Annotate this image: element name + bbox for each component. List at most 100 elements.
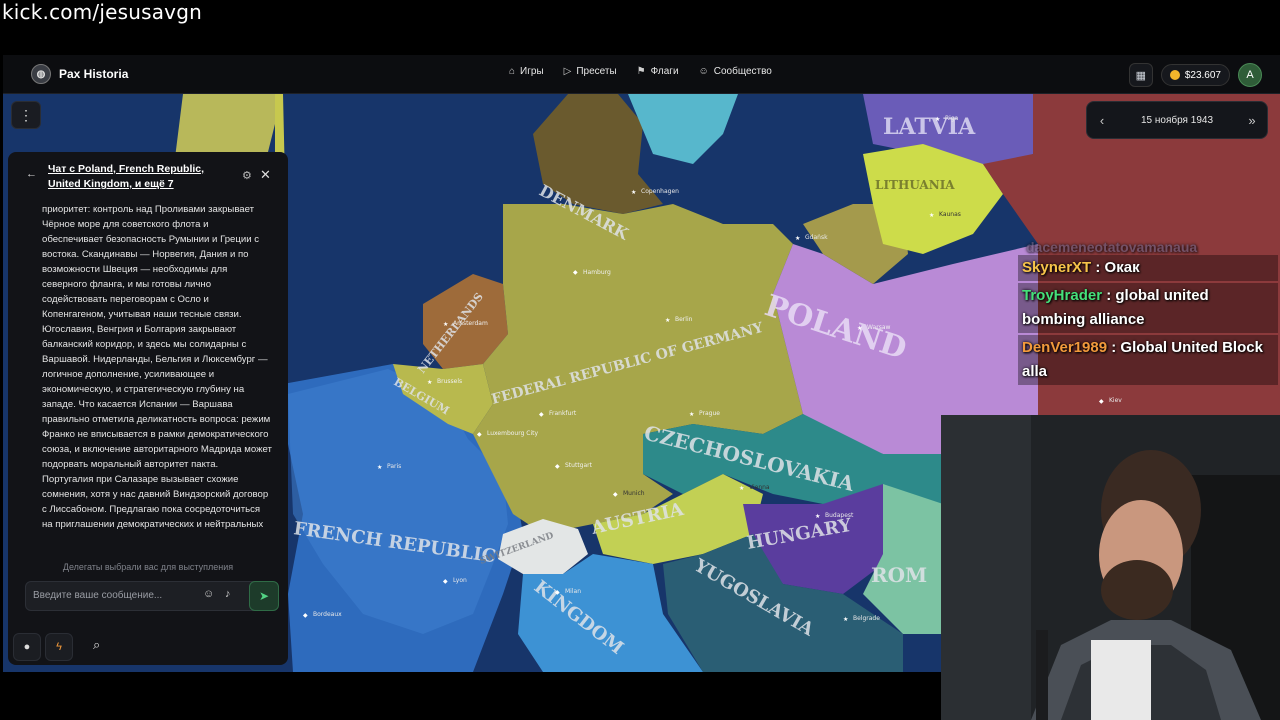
city-label: Vienna	[749, 484, 770, 491]
chat-message: приоритет: контроль над Проливами закрыв…	[42, 204, 272, 530]
close-icon[interactable]: ✕	[260, 167, 271, 183]
nav-links: ⌂ Игры ▷ Пресеты ⚑ Флаги ☺ Сообщество	[509, 66, 772, 77]
search-icon[interactable]: ⌕	[93, 637, 100, 653]
advance-time-button[interactable]: »	[1237, 113, 1267, 128]
stream-chat-user: DenVer1989	[1022, 339, 1108, 356]
city-label: Berlin	[675, 316, 693, 323]
city-marker[interactable]: ★	[689, 411, 694, 418]
city-marker[interactable]: ★	[443, 321, 448, 328]
city-label: Hamburg	[583, 269, 611, 276]
play-icon: ▷	[563, 66, 572, 77]
north-sea-land[interactable]	[628, 94, 738, 164]
nav-link-presets[interactable]: ▷ Пресеты	[564, 66, 617, 77]
brand-name: Pax Historia	[59, 67, 129, 81]
city-label: Copenhagen	[641, 188, 679, 195]
city-marker[interactable]: ★	[843, 616, 848, 623]
city-marker[interactable]: ★	[795, 235, 800, 242]
city-marker[interactable]: ◆	[555, 463, 560, 470]
city-label: Milan	[565, 588, 581, 595]
city-label: Kaunas	[939, 211, 961, 218]
city-marker[interactable]: ◆	[573, 269, 578, 276]
brand[interactable]: ◍ Pax Historia	[31, 64, 128, 84]
map-label-latvia: LATVIA	[883, 114, 976, 140]
send-button[interactable]: ➤	[249, 581, 279, 611]
stream-chat-overlay: dacemeneotatovamanaua SkynerXT : Окак Tr…	[1018, 239, 1278, 387]
city-marker[interactable]: ◆	[303, 612, 308, 619]
chat-title[interactable]: Чат с Poland, French Republic, United Ki…	[48, 162, 238, 192]
stream-url: kick.com/jesusavgn	[2, 0, 202, 24]
city-label: Warsaw	[867, 324, 890, 331]
city-marker[interactable]: ★	[857, 325, 862, 332]
map-label-romania: ROM	[871, 563, 927, 587]
globe-logo-icon: ◍	[31, 64, 51, 84]
balance-value: $23.607	[1184, 69, 1221, 81]
chat-toggle-button[interactable]: ●	[13, 633, 41, 661]
stream-chat-user: TroyHrader	[1022, 287, 1103, 304]
gift-button[interactable]: ▦	[1128, 63, 1153, 87]
city-marker[interactable]: ◆	[613, 491, 618, 498]
city-label: Stuttgart	[565, 462, 593, 469]
date-panel: ‹ 15 ноября 1943 »	[1086, 101, 1268, 139]
nav-link-community[interactable]: ☺ Сообщество	[699, 66, 772, 77]
microphone-icon[interactable]: ♪	[225, 588, 231, 600]
events-button[interactable]: ϟ	[45, 633, 73, 661]
gamepad-icon: ⌂	[509, 66, 516, 77]
fire-icon: ϟ	[56, 641, 62, 653]
stream-chat-cutoff-user: dacemeneotatovamanaua	[1026, 239, 1198, 255]
send-icon: ➤	[258, 589, 270, 603]
navbar: ◍ Pax Historia ⌂ Игры ▷ Пресеты ⚑ Флаги …	[3, 55, 1280, 94]
city-label: Munich	[623, 490, 645, 497]
city-marker[interactable]: ◆	[555, 589, 560, 596]
flag-icon: ⚑	[636, 66, 646, 77]
city-label: Bordeaux	[313, 611, 342, 618]
city-label: Amsterdam	[453, 320, 488, 327]
webcam-feed	[941, 415, 1280, 720]
city-marker[interactable]: ★	[427, 379, 432, 386]
city-marker[interactable]: ★	[739, 485, 744, 492]
city-label: Prague	[699, 410, 720, 417]
diplomacy-chat-panel: ← Чат с Poland, French Republic, United …	[8, 152, 288, 665]
message-input-placeholder: Введите ваше сообщение...	[33, 590, 163, 601]
nav-link-flags[interactable]: ⚑ Флаги	[637, 66, 679, 77]
city-marker[interactable]: ★	[929, 212, 934, 219]
chat-header: ← Чат с Poland, French Republic, United …	[8, 152, 288, 200]
webcam-image	[941, 415, 1280, 720]
bottom-toolbar: ● ϟ ⌕	[13, 633, 100, 661]
stream-chat-user: SkynerXT	[1022, 259, 1092, 276]
nav-link-games[interactable]: ⌂ Игры	[509, 66, 544, 77]
users-icon: ☺	[698, 66, 709, 77]
city-marker[interactable]: ★	[815, 513, 820, 520]
city-marker[interactable]: ★	[377, 464, 382, 471]
users-icon[interactable]: ☺	[203, 588, 214, 600]
message-input[interactable]: Введите ваше сообщение... ☺ ♪	[25, 581, 277, 611]
chat-status: Делегаты выбрали вас для выступления	[62, 562, 234, 572]
city-marker[interactable]: ★	[935, 116, 940, 123]
city-marker[interactable]: ◆	[1099, 398, 1104, 405]
arrow-left-icon[interactable]: ←	[26, 168, 37, 180]
gear-icon[interactable]: ⚙	[242, 169, 252, 182]
chat-bubble-icon: ●	[23, 641, 31, 653]
stream-chat-line: DenVer1989 : Global United Block alla	[1018, 335, 1278, 385]
city-marker[interactable]: ★	[665, 317, 670, 324]
prev-date-button[interactable]: ‹	[1087, 113, 1117, 128]
balance-button[interactable]: $23.607	[1160, 64, 1230, 86]
nav-link-label: Сообщество	[713, 66, 772, 77]
gift-icon: ▦	[1135, 69, 1147, 82]
nav-link-label: Игры	[520, 66, 544, 77]
coin-icon	[1169, 70, 1180, 80]
avatar[interactable]: A	[1238, 63, 1262, 87]
city-marker[interactable]: ◆	[443, 578, 448, 585]
stream-chat-line: TroyHrader : global united bombing allia…	[1018, 283, 1278, 333]
city-label: Brussels	[437, 378, 462, 385]
city-marker[interactable]: ◆	[539, 411, 544, 418]
city-label: Kiev	[1109, 397, 1122, 404]
city-marker[interactable]: ◆	[477, 431, 482, 438]
city-label: Luxembourg City	[487, 430, 539, 437]
city-label: Lyon	[453, 577, 467, 584]
nav-link-label: Пресеты	[576, 66, 617, 77]
map-menu-button[interactable]: ⋮	[11, 101, 41, 129]
nav-link-label: Флаги	[650, 66, 679, 77]
city-label: Riga	[945, 115, 959, 122]
city-marker[interactable]: ★	[631, 189, 636, 196]
kebab-menu-icon: ⋮	[19, 106, 33, 123]
